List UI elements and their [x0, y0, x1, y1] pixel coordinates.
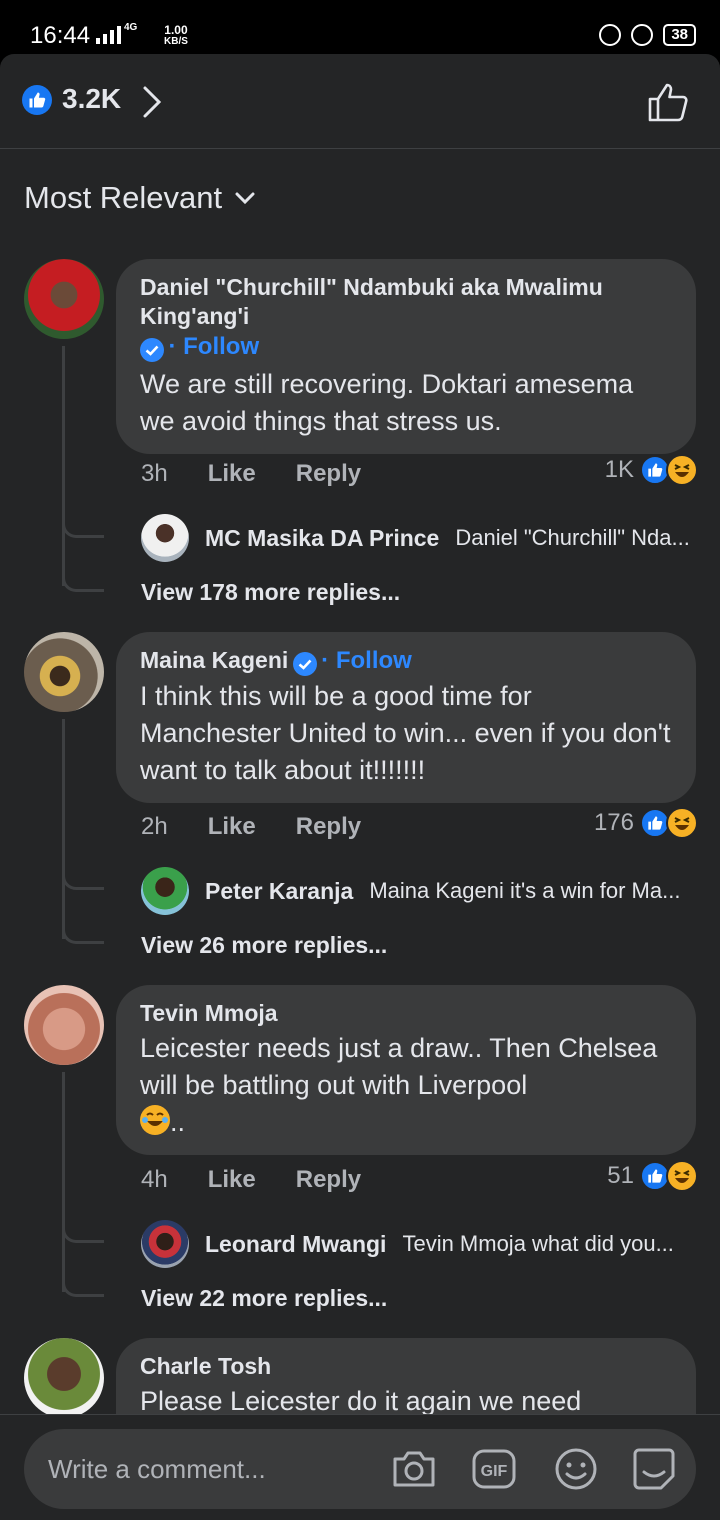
avatar[interactable] — [24, 985, 104, 1065]
reply-preview[interactable]: MC Masika DA Prince Daniel "Churchill" N… — [141, 514, 701, 562]
follow-separator: · — [321, 647, 336, 674]
comment-actions: 4h Like Reply — [141, 1166, 361, 1194]
follow-separator: · — [168, 333, 184, 360]
like-badge-icon — [22, 85, 52, 115]
reply-author[interactable]: Leonard Mwangi — [205, 1231, 386, 1258]
reaction-count: 176 — [593, 809, 634, 836]
thread-branch — [62, 1191, 104, 1243]
comment-bubble[interactable]: Tevin Mmoja Leicester needs just a draw.… — [116, 985, 696, 1155]
view-more-replies[interactable]: View 26 more replies... — [141, 932, 387, 959]
comment-time: 3h — [141, 460, 168, 487]
avatar[interactable] — [24, 259, 104, 339]
avatar — [141, 514, 189, 562]
comment-author[interactable]: Daniel "Churchill" Ndambuki aka Mwalimu — [140, 273, 672, 302]
alarm-icon — [631, 24, 654, 46]
comment-text: Leicester needs just a draw.. Then Chels… — [140, 1033, 658, 1100]
comment-author[interactable]: King'ang'i — [140, 302, 672, 331]
haha-reaction-icon — [666, 807, 698, 839]
reply-button[interactable]: Reply — [296, 460, 361, 488]
reply-button[interactable]: Reply — [296, 1166, 361, 1194]
tears-of-joy-emoji-icon — [140, 1105, 170, 1135]
sticker-icon[interactable] — [630, 1445, 678, 1493]
comments-sheet: 3.2K Most Relevant Daniel "Churchill" Nd… — [0, 54, 720, 1520]
battery-indicator: 38 — [663, 24, 696, 46]
chevron-down-icon — [235, 192, 255, 205]
avatar — [141, 1220, 189, 1268]
avatar — [141, 867, 189, 915]
status-icons: 38 — [599, 24, 696, 46]
like-button[interactable]: Like — [208, 1166, 256, 1194]
network-speed: 1.00 KB/S — [164, 24, 188, 48]
gif-icon[interactable]: GIF — [470, 1445, 518, 1493]
thumbs-up-outline-icon[interactable] — [646, 80, 690, 129]
haha-reaction-icon — [666, 1160, 698, 1192]
emoji-icon[interactable] — [552, 1445, 600, 1493]
comment-time: 4h — [141, 1166, 168, 1193]
comment-actions: 3h Like Reply — [141, 460, 361, 488]
haha-reaction-icon — [666, 454, 698, 486]
verified-badge-icon — [292, 651, 317, 676]
camera-icon[interactable] — [390, 1445, 438, 1493]
reaction-count: 51 — [607, 1162, 634, 1189]
status-bar: 16:44 4G 1.00 KB/S 38 — [0, 0, 720, 56]
comment-time: 2h — [141, 813, 168, 840]
thread-branch — [62, 484, 104, 538]
comment-composer-bar: GIF — [0, 1414, 720, 1520]
reply-button[interactable]: Reply — [296, 813, 361, 841]
thread-branch — [62, 534, 104, 592]
comment-bubble[interactable]: Daniel "Churchill" Ndambuki aka Mwalimu … — [116, 259, 696, 454]
comment-author[interactable]: Maina Kageni — [140, 647, 288, 673]
status-time: 16:44 — [30, 22, 91, 49]
speed-unit: KB/S — [164, 36, 188, 47]
chevron-right-icon[interactable] — [140, 84, 164, 125]
like-button[interactable]: Like — [208, 460, 256, 488]
signal-icon — [96, 22, 121, 44]
verified-badge-icon — [140, 337, 164, 362]
comment-bubble[interactable]: Maina Kageni · Follow I think this will … — [116, 632, 696, 803]
avatar[interactable] — [24, 632, 104, 712]
comment-reactions[interactable]: 51 — [607, 1160, 698, 1192]
follow-button[interactable]: Follow — [336, 647, 412, 674]
comment-text-tail: .. — [140, 1104, 672, 1141]
comment-text: We are still recovering. Doktari amesema… — [140, 368, 634, 436]
reply-snippet: Daniel "Churchill" Nda... — [455, 525, 690, 550]
reaction-count[interactable]: 3.2K — [62, 83, 121, 115]
lock-rotation-icon — [599, 24, 622, 46]
speed-value: 1.00 — [164, 23, 188, 37]
svg-text:GIF: GIF — [481, 1463, 508, 1480]
reaction-count: 1K — [604, 456, 634, 483]
comment-reactions[interactable]: 1K — [605, 454, 698, 486]
comment-composer: GIF — [24, 1429, 696, 1509]
comment-input[interactable] — [48, 1447, 368, 1491]
comment-text-tail-dots: .. — [170, 1107, 186, 1137]
network-type: 4G — [124, 22, 138, 33]
thread-branch — [62, 838, 104, 890]
avatar[interactable] — [24, 1338, 104, 1418]
reply-preview[interactable]: Peter Karanja Maina Kageni it's a win fo… — [141, 867, 701, 915]
view-more-replies[interactable]: View 22 more replies... — [141, 1285, 387, 1312]
comment-reactions[interactable]: 176 — [594, 807, 698, 839]
comment-actions: 2h Like Reply — [141, 813, 361, 841]
thread-branch — [62, 1239, 104, 1297]
comment-text: I think this will be a good time for Man… — [140, 680, 671, 785]
sort-label: Most Relevant — [24, 180, 223, 215]
view-more-replies[interactable]: View 178 more replies... — [141, 579, 400, 606]
reply-snippet: Maina Kageni it's a win for Ma... — [369, 878, 681, 903]
reply-author[interactable]: MC Masika DA Prince — [205, 525, 439, 552]
follow-button[interactable]: Follow — [183, 333, 259, 360]
reply-preview[interactable]: Leonard Mwangi Tevin Mmoja what did you.… — [141, 1220, 701, 1268]
reply-author[interactable]: Peter Karanja — [205, 878, 353, 905]
reactions-header: 3.2K — [0, 54, 720, 149]
like-button[interactable]: Like — [208, 813, 256, 841]
comment-author[interactable]: Tevin Mmoja — [140, 999, 672, 1028]
sort-dropdown[interactable]: Most Relevant — [24, 180, 256, 216]
reply-snippet: Tevin Mmoja what did you... — [402, 1231, 674, 1256]
thread-branch — [62, 886, 104, 944]
comment-author[interactable]: Charle Tosh — [140, 1352, 672, 1381]
